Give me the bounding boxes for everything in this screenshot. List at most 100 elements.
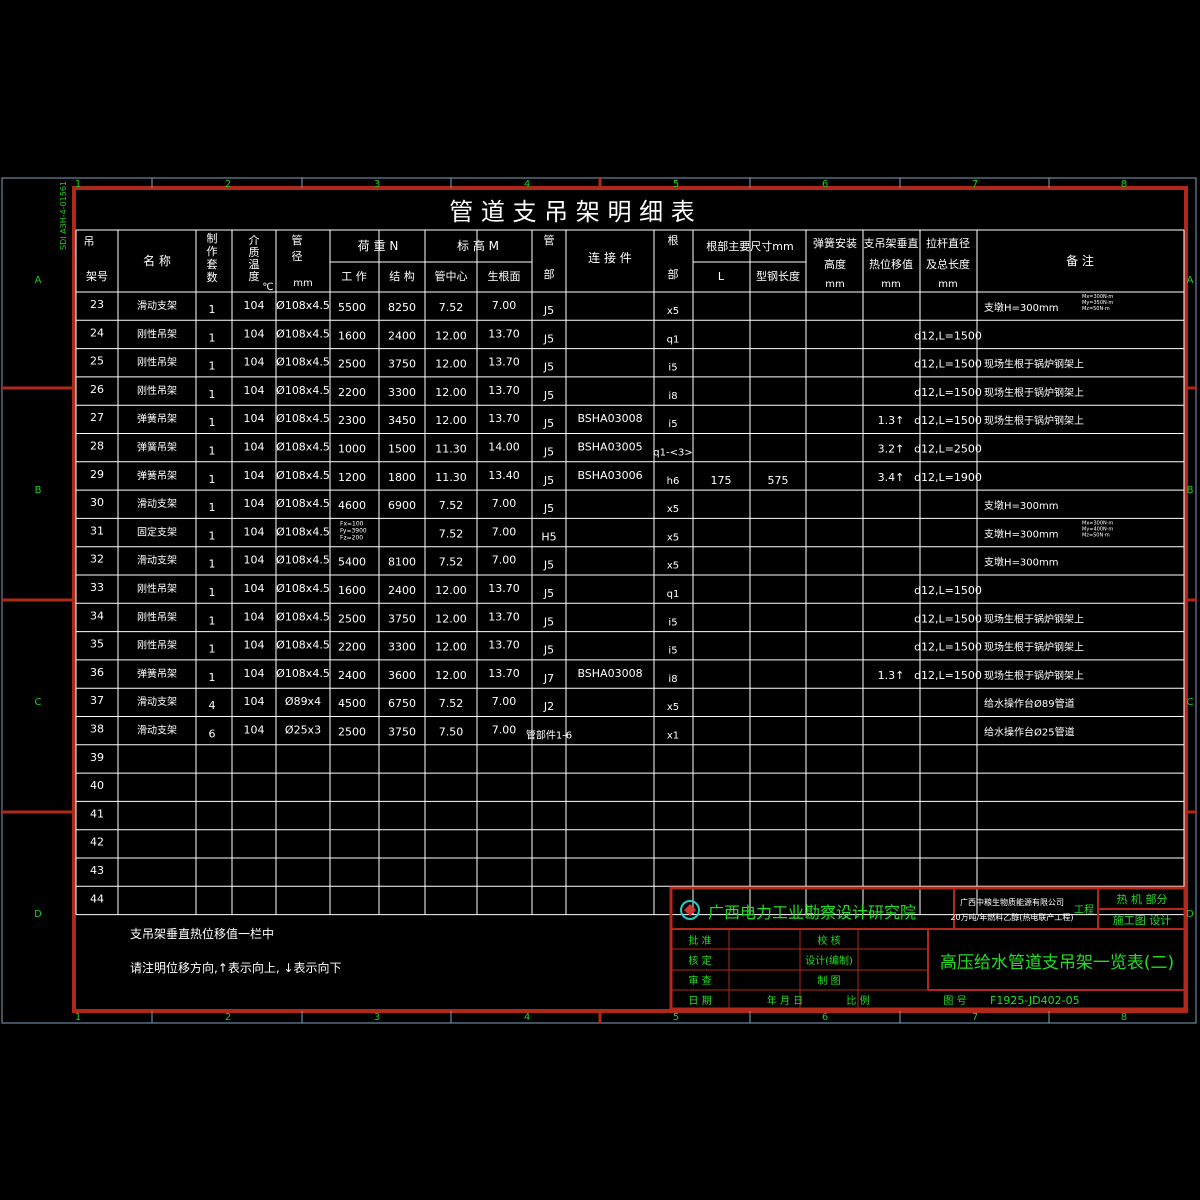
cell-root-part: x5: [667, 702, 679, 713]
cell-name: 刚性吊架: [137, 582, 177, 595]
table-row: 44: [90, 892, 104, 905]
cell-work: 2400: [338, 669, 366, 682]
zone-col-top: 6: [822, 179, 828, 190]
cell-connector: BSHA03008: [577, 667, 642, 680]
header-no-1-char: 吊: [84, 235, 95, 248]
drawing-title: 高压给水管道支吊架一览表(二): [940, 953, 1174, 973]
cell-no: 41: [90, 807, 104, 820]
zone-row-left: D: [34, 909, 42, 920]
cell-elev-center: 12.00: [435, 358, 467, 371]
table-row: 38 滑动支架 6 104 Ø25x3 2500 3750 7.50 7.00 管部件1-6 x1 给…: [90, 723, 1075, 742]
cell-work-small: Fx=100: [340, 520, 364, 527]
cell-elev-root: 7.00: [492, 695, 517, 708]
cell-pipe-part: J5: [543, 559, 554, 572]
cell-work: 2200: [338, 386, 366, 399]
header-load: 荷 重 N: [358, 239, 399, 253]
cell-pipe: Ø108x4.5: [276, 554, 330, 567]
cell-root-part: i5: [668, 617, 677, 628]
cell-root-part: x5: [667, 561, 679, 572]
cell-no: 29: [90, 468, 104, 481]
header-qty-char: 制: [207, 232, 218, 245]
cell-rod: d12,L=1500: [914, 669, 982, 682]
cell-pipe: Ø108x4.5: [276, 525, 330, 538]
notes-block: 支吊架垂直热位移值一栏中请注明位移方向,↑表示向上, ↓表示向下: [130, 926, 342, 975]
dept-label: 热 机 部分: [1117, 892, 1168, 906]
cell-elev-center: 7.52: [439, 697, 464, 710]
header-root-dims: 根部主要尺寸mm: [706, 239, 793, 253]
cell-name: 滑动支架: [137, 696, 177, 708]
cell-temp: 104: [244, 724, 265, 737]
cell-remark: 现场生根于锅炉钢架上: [984, 641, 1084, 654]
cell-work: 1000: [338, 443, 366, 456]
zone-col-top: 2: [225, 179, 231, 190]
header-load-work: 工 作: [341, 270, 367, 283]
header-name: 名 称: [143, 253, 171, 268]
table-row: 42: [90, 836, 104, 849]
tb-label-left: 日 期: [688, 995, 711, 1007]
table-row: 35 刚性吊架 1 104 Ø108x4.5 2200 3300 12.00 13.70 J5 i5…: [90, 638, 1084, 657]
cell-name: 刚性吊架: [137, 610, 177, 623]
cell-work: 2200: [338, 641, 366, 654]
table-row: 34 刚性吊架 1 104 Ø108x4.5 2500 3750 12.00 13.70 J5 i5…: [90, 609, 1084, 628]
cell-temp: 104: [244, 384, 265, 397]
zone-row-right: D: [1186, 909, 1194, 920]
drawing-sheet: 1122334455667788A AB BC CD D SDI A3H-4-01561…: [1, 177, 1197, 1024]
cell-temp: 104: [244, 610, 265, 623]
cell-rod: d12,L=1500: [914, 641, 982, 654]
cell-temp: 104: [244, 469, 265, 482]
cell-pipe-part: J7: [543, 672, 554, 685]
drawing-no: F1925-JD402-05: [990, 994, 1080, 1007]
header-pipe-char: 径: [292, 250, 303, 263]
table-row: 32 滑动支架 1 104 Ø108x4.5 5400 8100 7.52 7.00 J5 x5 支墩…: [90, 553, 1058, 572]
table-row: 43: [90, 864, 104, 877]
table-row: 39: [90, 751, 104, 764]
header-pipe-part-char: 管: [544, 233, 555, 247]
table-row: 23 滑动支架 1 104 Ø108x4.5 5500 8250 7.52 7.00 J5 x5 支墩…: [90, 294, 1113, 317]
cell-struct: 3450: [388, 414, 416, 427]
side-note: SDI A3H-4-01561: [59, 181, 68, 250]
cell-qty: 1: [209, 445, 216, 458]
cell-remark: 现场生根于锅炉钢架上: [984, 669, 1084, 682]
zone-col-bottom: 5: [673, 1012, 679, 1023]
cell-connector: BSHA03005: [577, 441, 642, 454]
cell-no: 26: [90, 383, 104, 396]
zone-col-top: 1: [75, 179, 81, 190]
cell-no: 36: [90, 666, 104, 679]
cell-root-part: i8: [668, 674, 677, 685]
cell-struct: 6750: [388, 697, 416, 710]
cell-no: 30: [90, 496, 104, 509]
stage-label: 施工图 设计: [1113, 914, 1172, 927]
cell-rod: d12,L=1500: [914, 358, 982, 371]
cell-struct: 3600: [388, 669, 416, 682]
cell-temp: 104: [244, 554, 265, 567]
cell-name: 刚性吊架: [137, 327, 177, 340]
zone-col-top: 7: [972, 179, 978, 190]
cell-pipe-part: J5: [543, 446, 554, 459]
cell-elev-center: 12.00: [435, 414, 467, 427]
table-row: 36 弹簧吊架 1 104 Ø108x4.5 2400 3600 12.00 13.70 J7 BS…: [90, 666, 1084, 685]
cell-no: 28: [90, 440, 104, 453]
cell-name: 滑动支架: [137, 300, 177, 312]
cell-qty: 4: [209, 699, 216, 712]
cell-remark: 支墩H=300mm: [984, 499, 1058, 512]
tb-label-right: 设计(编制): [805, 954, 853, 967]
zone-row-right: B: [1187, 485, 1194, 496]
cell-name: 弹簧吊架: [137, 469, 177, 482]
cell-elev-center: 11.30: [435, 471, 467, 484]
header-temp-char: 度: [249, 269, 260, 283]
cell-remark: 现场生根于锅炉钢架上: [984, 358, 1084, 371]
cell-elev-root: 14.00: [488, 441, 520, 454]
cell-no: 34: [90, 609, 104, 622]
cell-connector: BSHA03008: [577, 412, 642, 425]
cell-no: 37: [90, 694, 104, 707]
cell-qty: 1: [209, 614, 216, 627]
zone-col-bottom: 4: [524, 1012, 530, 1023]
cell-remark: 支墩H=300mm: [984, 556, 1058, 569]
cell-temp: 104: [244, 441, 265, 454]
cell-temp: 104: [244, 412, 265, 425]
header-root-part-char: 根: [668, 233, 679, 247]
cell-remark: 给水操作台Ø89管道: [984, 697, 1075, 710]
cell-name: 弹簧吊架: [137, 441, 177, 454]
cell-pipe-part: J5: [543, 587, 554, 600]
table-row: 29 弹簧吊架 1 104 Ø108x4.5 1200 1800 11.30 13.40 J5 BS…: [90, 468, 982, 487]
